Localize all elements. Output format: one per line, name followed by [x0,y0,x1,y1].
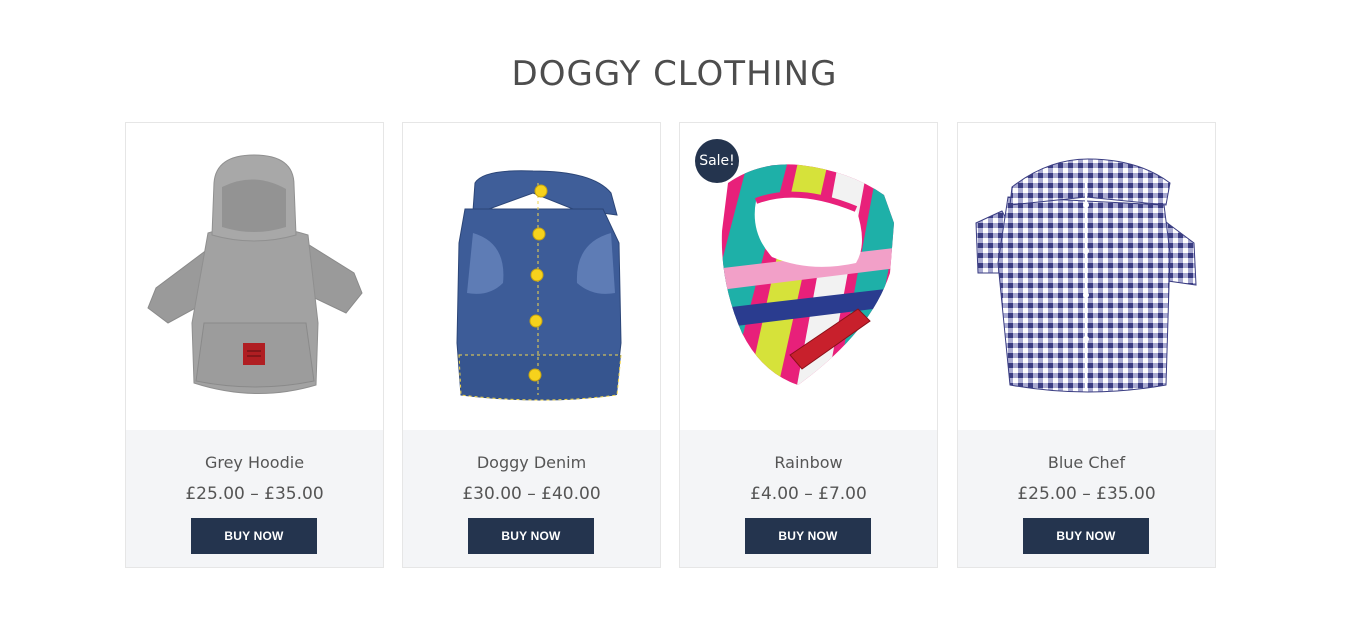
buy-now-button[interactable]: BUY NOW [191,518,317,554]
denim-jacket-image [456,170,622,401]
product-info: Blue Chef £25.00 – £35.00 BUY NOW [958,430,1215,567]
product-card-grey-hoodie: Grey Hoodie £25.00 – £35.00 BUY NOW [125,122,384,568]
product-price: £30.00 – £40.00 [462,484,601,504]
product-name[interactable]: Rainbow [680,453,937,473]
product-card-rainbow: Sale! Rainbow £4.00 – £7.00 BUY NOW [679,122,938,568]
product-card-blue-chef: Blue Chef £25.00 – £35.00 BUY NOW [957,122,1216,568]
product-card-doggy-denim: Doggy Denim £30.00 – £40.00 BUY NOW [402,122,661,568]
gingham-shirt-image [975,158,1197,393]
product-price: £4.00 – £7.00 [750,484,867,504]
product-price: £25.00 – £35.00 [185,484,324,504]
section-title: DOGGY CLOTHING [511,54,838,94]
product-image-link[interactable] [958,123,1215,430]
product-grid: Grey Hoodie £25.00 – £35.00 BUY NOW Dogg… [125,122,1216,568]
product-name[interactable]: Blue Chef [958,453,1215,473]
product-info: Rainbow £4.00 – £7.00 BUY NOW [680,430,937,567]
buy-now-button[interactable]: BUY NOW [468,518,594,554]
sale-badge: Sale! [695,139,739,183]
grey-hoodie-image [147,154,363,394]
product-name[interactable]: Grey Hoodie [126,453,383,473]
product-info: Grey Hoodie £25.00 – £35.00 BUY NOW [126,430,383,567]
buy-now-button[interactable]: BUY NOW [1023,518,1149,554]
product-name[interactable]: Doggy Denim [403,453,660,473]
product-info: Doggy Denim £30.00 – £40.00 BUY NOW [403,430,660,567]
product-image-link[interactable] [126,123,383,430]
product-price: £25.00 – £35.00 [1017,484,1156,504]
buy-now-button[interactable]: BUY NOW [745,518,871,554]
product-image-link[interactable] [403,123,660,430]
